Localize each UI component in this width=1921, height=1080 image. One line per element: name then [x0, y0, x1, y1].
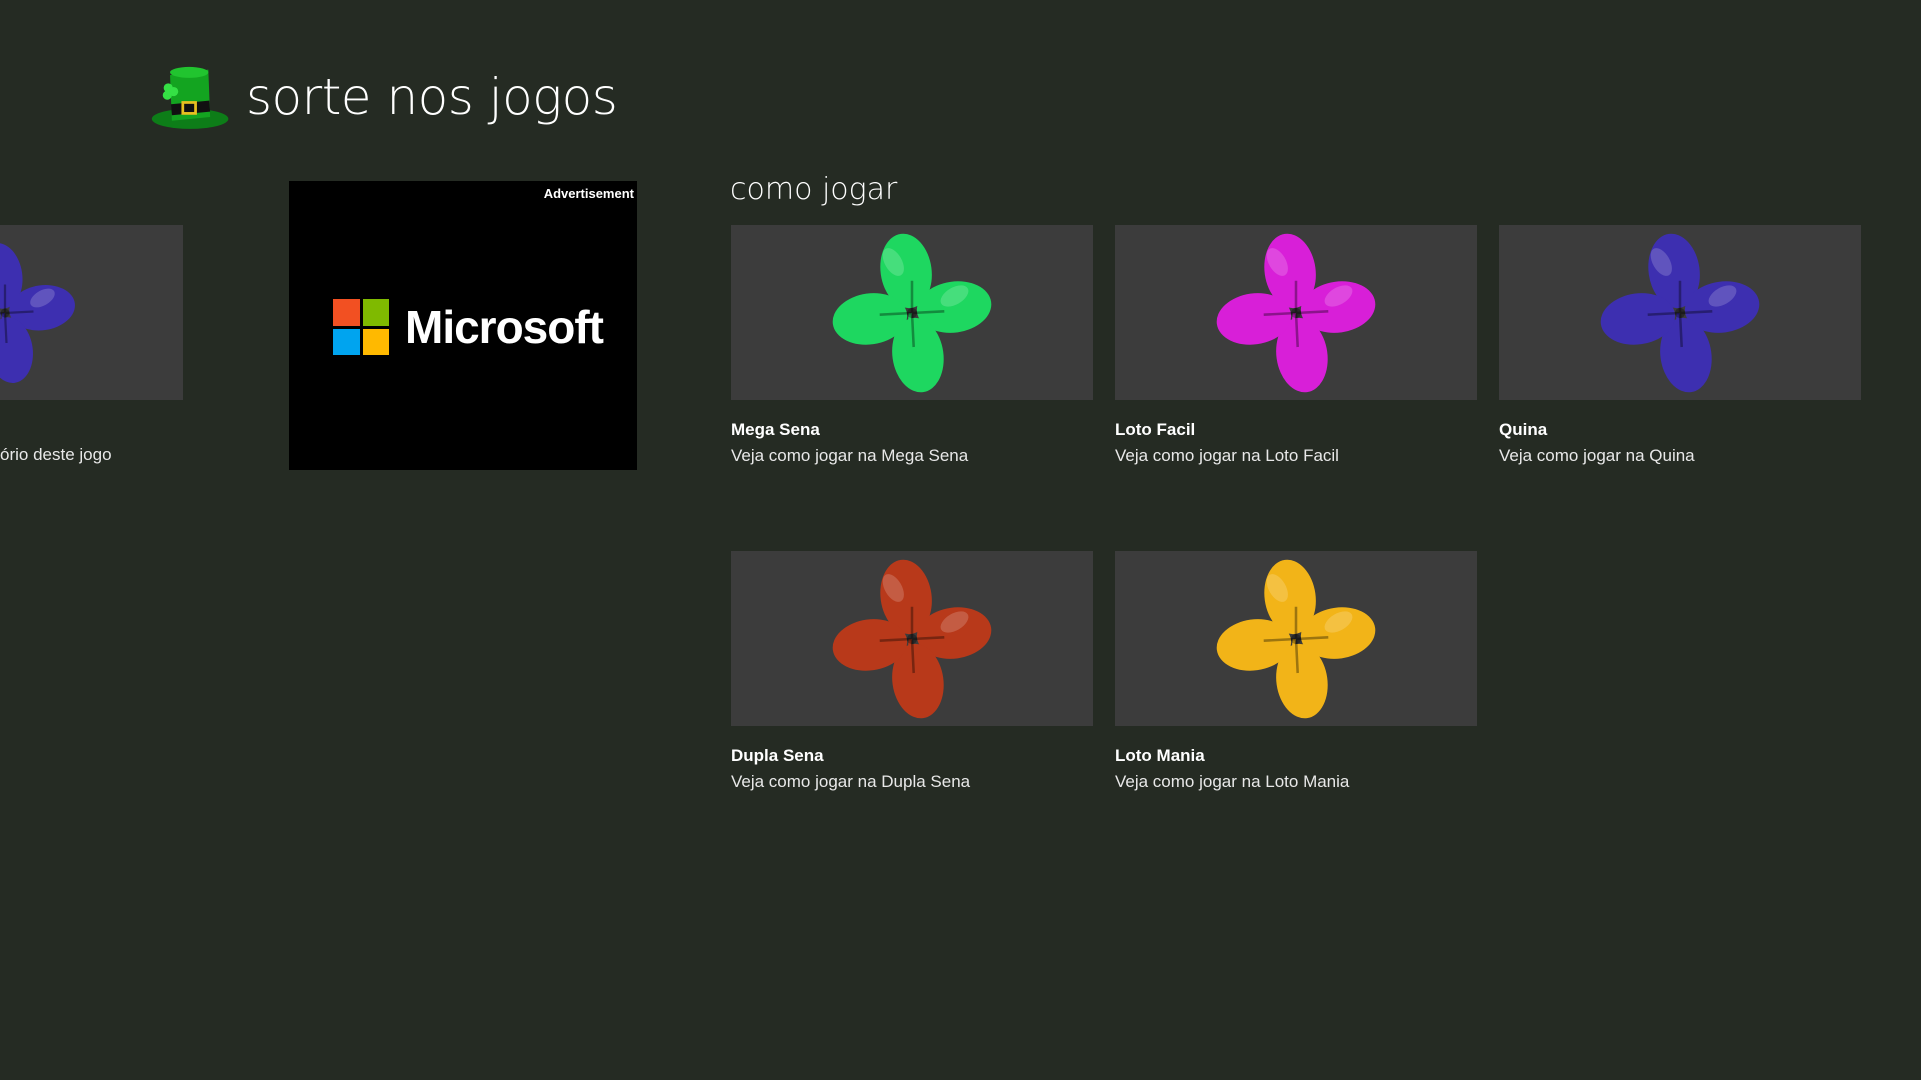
tile-subtitle: Veja como jogar na Loto Facil	[1115, 446, 1339, 465]
clover-icon	[827, 554, 997, 724]
microsoft-windows-icon	[333, 299, 389, 355]
tile-subtitle: Veja como jogar na Dupla Sena	[731, 772, 971, 791]
tile-image	[0, 225, 183, 400]
tile-image	[1499, 225, 1861, 400]
game-tile-loto-facil[interactable]: Loto Facil Veja como jogar na Loto Facil	[1115, 225, 1477, 466]
game-tile-loto-mania[interactable]: Loto Mania Veja como jogar na Loto Mania	[1115, 551, 1477, 792]
app-title: sorte nos jogos	[246, 68, 618, 126]
tile-subtitle: Veja como jogar na Loto Mania	[1115, 772, 1350, 791]
tile-image	[731, 225, 1093, 400]
previous-section-tile[interactable]: ório deste jogo	[0, 225, 183, 465]
clover-icon	[0, 238, 80, 388]
tile-image	[731, 551, 1093, 726]
tile-subtitle: ório deste jogo	[0, 445, 112, 464]
clover-icon	[1211, 554, 1381, 724]
microsoft-logo: Microsoft	[333, 299, 604, 355]
tile-subtitle: Veja como jogar na Quina	[1499, 446, 1695, 465]
leprechaun-hat-icon	[151, 66, 229, 129]
advertisement-banner[interactable]: Advertisement Microsoft	[289, 181, 637, 470]
tile-title: Mega Sena	[731, 420, 820, 439]
game-tile-quina[interactable]: Quina Veja como jogar na Quina	[1499, 225, 1861, 466]
game-tile-mega-sena[interactable]: Mega Sena Veja como jogar na Mega Sena	[731, 225, 1093, 466]
clover-icon	[827, 228, 997, 398]
game-tile-dupla-sena[interactable]: Dupla Sena Veja como jogar na Dupla Sena	[731, 551, 1093, 792]
advertisement-label: Advertisement	[543, 186, 634, 201]
tile-subtitle: Veja como jogar na Mega Sena	[731, 446, 969, 465]
ad-brand-name: Microsoft	[405, 301, 604, 353]
clover-icon	[1211, 228, 1381, 398]
tile-image	[1115, 551, 1477, 726]
tile-title: Loto Facil	[1115, 420, 1196, 439]
clover-icon	[1595, 228, 1765, 398]
tile-image	[1115, 225, 1477, 400]
section-header-como-jogar[interactable]: como jogar	[730, 172, 897, 207]
tile-title: Dupla Sena	[731, 746, 824, 765]
tile-title: Loto Mania	[1115, 746, 1205, 765]
tile-title: Quina	[1499, 420, 1548, 439]
app-header: sorte nos jogos	[150, 52, 618, 142]
